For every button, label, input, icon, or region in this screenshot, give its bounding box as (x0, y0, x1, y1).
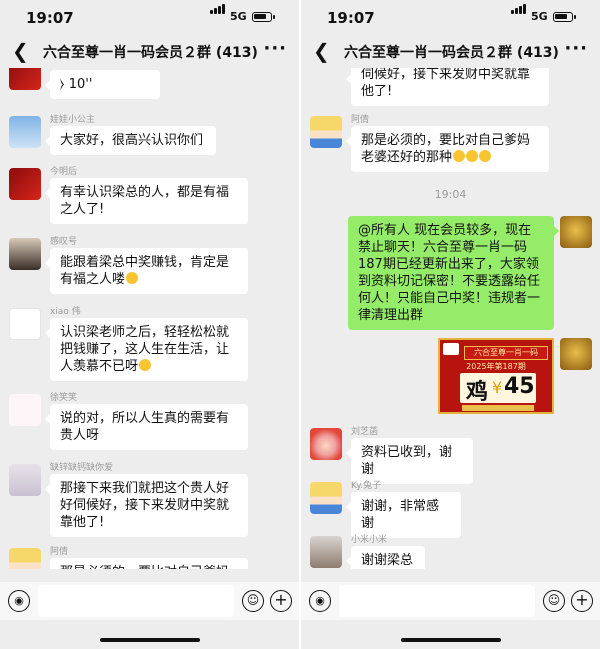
add-icon[interactable]: + (571, 590, 593, 612)
avatar[interactable] (310, 116, 342, 148)
voice-message-bubble[interactable]: ⧽ 10'' (45, 70, 160, 99)
status-bar: 19:07 5G (301, 0, 600, 34)
avatar[interactable] (560, 338, 592, 370)
poster-banner: 六合至尊一肖一码 (464, 346, 548, 360)
message-input[interactable] (339, 585, 535, 617)
poster-footer (462, 405, 534, 411)
avatar[interactable] (9, 168, 41, 200)
add-icon[interactable]: + (270, 590, 292, 612)
smirk-emoji-icon (453, 150, 466, 162)
avatar[interactable] (9, 548, 41, 569)
message-bubble[interactable]: 那是必须的，要比对自己爹妈老 (45, 558, 248, 569)
sender-name: 徐笑笑 (50, 393, 78, 403)
avatar[interactable] (9, 68, 41, 90)
input-bar: ◉ ☺ + (0, 582, 299, 620)
voice-wave-icon: ⧽ (60, 77, 65, 92)
grin-emoji-icon (126, 272, 139, 284)
sender-name: 娃娃小公主 (50, 115, 96, 125)
sender-name: 小米小米 (351, 535, 388, 545)
sender-name: xiao 伟 (50, 307, 81, 317)
poster-logo (443, 343, 459, 355)
message-bubble[interactable]: 那是必须的，要比对自己爹妈老婆还好的那种 (346, 126, 549, 172)
sender-name: Ky.兔子 (351, 481, 382, 491)
sender-name: 缺锌缺钙缺你爱 (50, 463, 114, 473)
sender-name: 感叹号 (50, 237, 78, 247)
sender-name: 今明后 (50, 167, 78, 177)
lottery-poster-image[interactable]: 六合至尊一肖一码 2025年第187期 鸡 ¥ 45 (438, 338, 554, 414)
message-bubble[interactable]: 认识梁老师之后，轻轻松松就把钱赚了，这人生在生活，让人羡慕不已呀 (45, 318, 248, 381)
status-time: 19:07 (26, 9, 74, 27)
sender-name: 阿倩 (351, 115, 370, 125)
message-list[interactable]: 伺候好，接下来发财中奖就靠他了! 阿倩 那是必须的，要比对自己爹妈老婆还好的那种… (301, 68, 600, 569)
poster-period: 2025年第187期 (466, 362, 526, 371)
network-label: 5G (531, 10, 548, 23)
battery-icon (553, 12, 576, 22)
battery-icon (252, 12, 275, 22)
back-icon[interactable]: ❮ (12, 39, 29, 63)
sender-name: 阿倩 (50, 547, 69, 557)
message-bubble[interactable]: 能跟着梁总中奖赚钱，肯定是有福之人喽 (45, 248, 248, 294)
poster-number: 45 (504, 374, 535, 399)
voice-duration: 10'' (68, 77, 93, 92)
emoji-icon[interactable]: ☺ (242, 590, 264, 612)
chat-header: ❮ 六合至尊一肖一码会员２群 (413) ··· (301, 34, 600, 68)
message-input[interactable] (38, 585, 234, 617)
time-separator: 19:04 (434, 188, 467, 201)
avatar[interactable] (9, 464, 41, 496)
chat-header: ❮ 六合至尊一肖一码会员２群 (413) ··· (0, 34, 299, 68)
message-bubble[interactable]: 大家好，很高兴认识你们 (45, 126, 216, 155)
poster-result-box: 鸡 ¥ 45 (460, 373, 536, 405)
message-bubble[interactable]: 说的对，所以人生真的需要有贵人呀 (45, 404, 248, 450)
input-bar: ◉ ☺ + (301, 582, 600, 620)
smirk-emoji-icon (466, 150, 479, 162)
message-bubble[interactable]: 谢谢梁总 (346, 546, 425, 569)
poster-animal: 鸡 (466, 380, 489, 405)
smirk-emoji-icon (479, 150, 492, 162)
avatar[interactable] (310, 482, 342, 514)
avatar[interactable] (9, 116, 41, 148)
smirk-emoji-icon (139, 359, 152, 371)
avatar[interactable] (9, 394, 41, 426)
message-bubble[interactable]: 有幸认识梁总的人，都是有福之人了! (45, 178, 248, 224)
announcement-bubble[interactable]: @所有人 现在会员较多，现在禁止聊天！六合至尊一肖一码187期已经更新出来了，大… (348, 216, 559, 330)
avatar[interactable] (9, 308, 41, 340)
voice-input-icon[interactable]: ◉ (309, 590, 331, 612)
avatar[interactable] (9, 238, 41, 270)
chat-title: 六合至尊一肖一码会员２群 (413) (344, 45, 559, 61)
more-options-icon[interactable]: ··· (263, 38, 287, 59)
status-bar: 19:07 5G (0, 0, 299, 34)
avatar[interactable] (310, 428, 342, 460)
poster-separator: ¥ (492, 378, 503, 397)
chat-title: 六合至尊一肖一码会员２群 (413) (43, 45, 258, 61)
message-bubble[interactable]: 伺候好，接下来发财中奖就靠他了! (346, 68, 549, 106)
home-indicator (100, 638, 200, 642)
status-time: 19:07 (327, 9, 375, 27)
sender-name: 刘芝菡 (351, 427, 379, 437)
chat-screen-left: 19:07 5G ❮ 六合至尊一肖一码会员２群 (413) ··· ⧽ 10''… (0, 0, 299, 649)
message-bubble[interactable]: 那接下来我们就把这个贵人好好伺候好，接下来发财中奖就靠他了! (45, 474, 248, 537)
emoji-icon[interactable]: ☺ (543, 590, 565, 612)
home-indicator (401, 638, 501, 642)
avatar[interactable] (560, 216, 592, 248)
avatar[interactable] (310, 536, 342, 568)
message-list[interactable]: ⧽ 10'' 娃娃小公主 大家好，很高兴认识你们 今明后 有幸认识梁总的人，都是… (0, 68, 299, 569)
chat-screen-right: 19:07 5G ❮ 六合至尊一肖一码会员２群 (413) ··· 伺候好，接下… (301, 0, 600, 649)
voice-input-icon[interactable]: ◉ (8, 590, 30, 612)
network-label: 5G (230, 10, 247, 23)
more-options-icon[interactable]: ··· (564, 38, 588, 59)
back-icon[interactable]: ❮ (313, 39, 330, 63)
